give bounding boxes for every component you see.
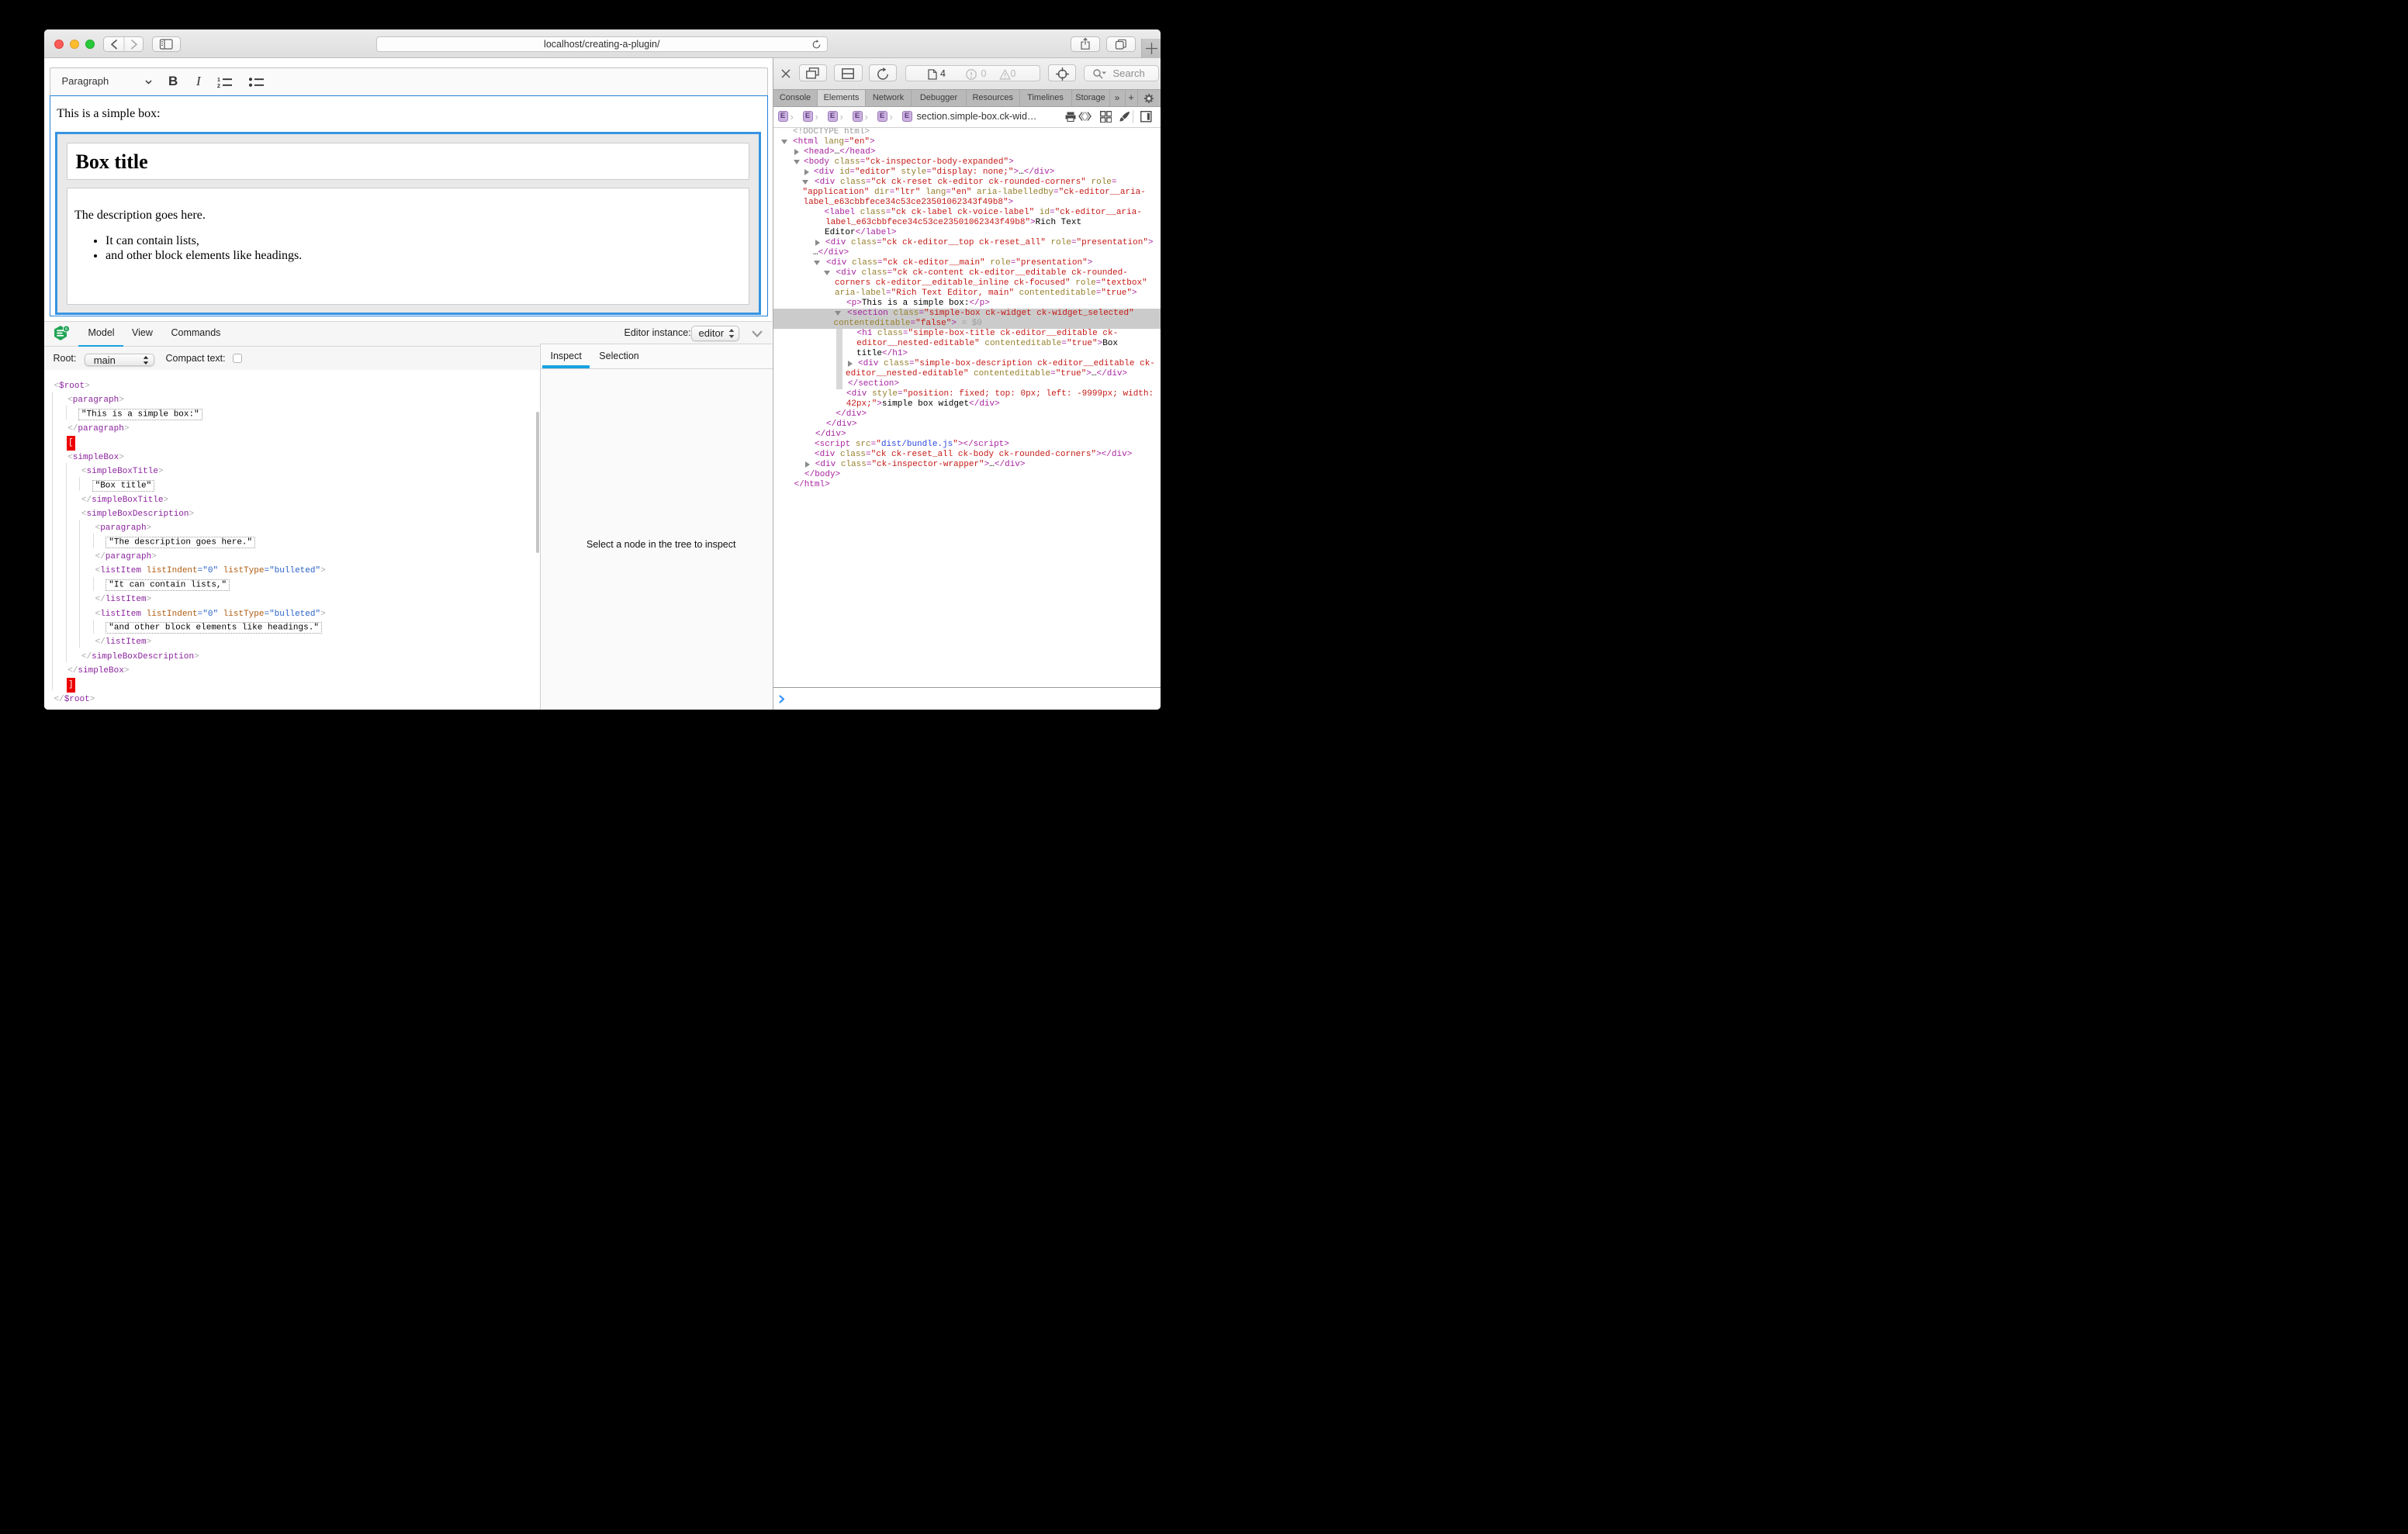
svg-text:1: 1 bbox=[217, 78, 220, 83]
svg-text:5: 5 bbox=[65, 327, 67, 332]
svg-text:2: 2 bbox=[217, 84, 220, 88]
